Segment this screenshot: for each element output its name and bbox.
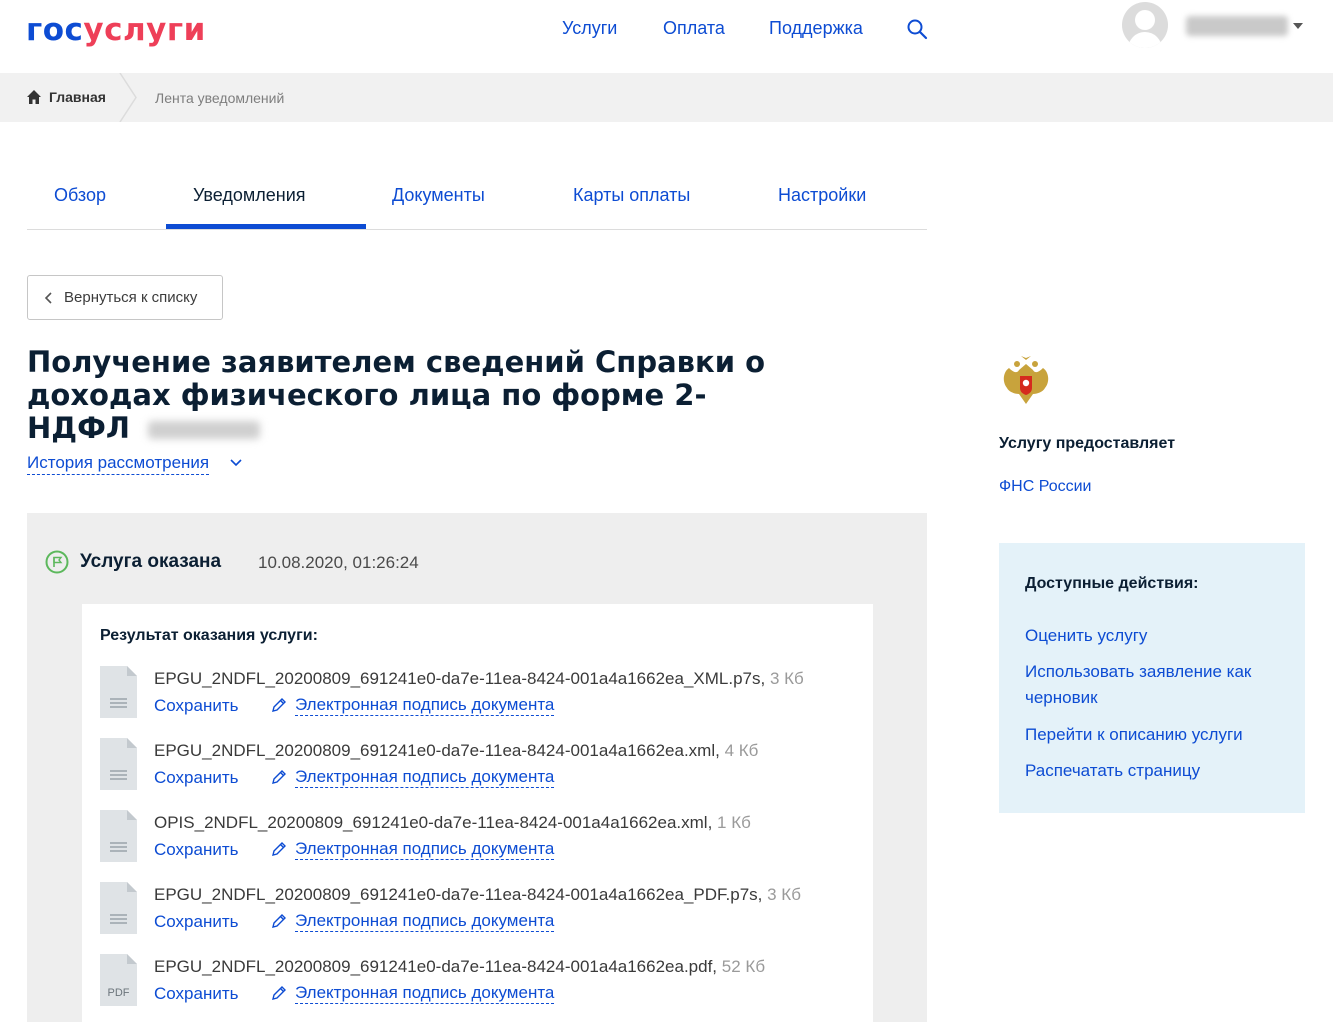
file-size: 1 Кб xyxy=(717,813,751,832)
tab-overview[interactable]: Обзор xyxy=(54,184,106,206)
avatar-head xyxy=(1135,10,1155,30)
back-to-list-button[interactable]: Вернуться к списку xyxy=(27,275,223,320)
file-row: PDF EPGU_2NDFL_20200809_691241e0-da7e-11… xyxy=(100,954,860,1014)
page-title: Получение заявителем сведений Справки о … xyxy=(27,346,787,445)
action-service-description[interactable]: Перейти к описанию услуги xyxy=(1025,722,1295,748)
active-tab-indicator xyxy=(166,224,366,229)
tab-settings[interactable]: Настройки xyxy=(778,184,866,206)
file-name-text: EPGU_2NDFL_20200809_691241e0-da7e-11ea-8… xyxy=(154,957,718,976)
profile-tabs: Обзор Уведомления Документы Карты оплаты… xyxy=(27,170,927,230)
pen-sign-icon xyxy=(272,842,286,856)
file-size: 3 Кб xyxy=(769,669,804,688)
status-panel: Услуга оказана 10.08.2020, 01:26:24 Резу… xyxy=(27,513,927,1022)
user-name-blurred[interactable] xyxy=(1186,16,1288,36)
save-file-link[interactable]: Сохранить xyxy=(154,911,238,933)
file-size: 52 Кб xyxy=(721,957,766,976)
digital-signature-link[interactable]: Электронная подпись документа xyxy=(295,911,555,932)
available-actions-panel: Доступные действия: Оценить услугу Испол… xyxy=(999,543,1305,813)
tab-notifications[interactable]: Уведомления xyxy=(193,184,306,206)
pen-sign-icon xyxy=(272,986,286,1000)
breadcrumb-home[interactable]: Главная xyxy=(26,88,106,106)
save-file-link[interactable]: Сохранить xyxy=(154,767,238,789)
logo-part-gos: гос xyxy=(26,12,84,48)
file-name: EPGU_2NDFL_20200809_691241e0-da7e-11ea-8… xyxy=(154,884,801,906)
tab-payment-cards[interactable]: Карты оплаты xyxy=(573,184,690,206)
action-print-page[interactable]: Распечатать страницу xyxy=(1025,758,1295,784)
digital-signature-link[interactable]: Электронная подпись документа xyxy=(295,767,555,788)
breadcrumb-separator xyxy=(119,73,137,122)
result-card: Результат оказания услуги: EPGU_2NDFL_20… xyxy=(82,604,873,1022)
file-size: 4 Кб xyxy=(724,741,759,760)
file-name-text: EPGU_2NDFL_20200809_691241e0-da7e-11ea-8… xyxy=(154,669,766,688)
provider-label: Услугу предоставляет xyxy=(999,435,1176,452)
document-icon xyxy=(100,738,137,790)
pdf-badge: PDF xyxy=(108,987,130,999)
order-number-blurred xyxy=(147,421,260,439)
file-row: OPIS_2NDFL_20200809_691241e0-da7e-11ea-8… xyxy=(100,810,860,870)
avatar-body xyxy=(1128,32,1162,48)
file-name-text: EPGU_2NDFL_20200809_691241e0-da7e-11ea-8… xyxy=(154,741,720,760)
page-title-text: Получение заявителем сведений Справки о … xyxy=(27,345,766,445)
nav-support[interactable]: Поддержка xyxy=(769,17,863,39)
file-name: EPGU_2NDFL_20200809_691241e0-da7e-11ea-8… xyxy=(154,740,758,762)
user-avatar[interactable] xyxy=(1122,2,1168,48)
chevron-down-icon[interactable] xyxy=(230,458,242,467)
save-file-link[interactable]: Сохранить xyxy=(154,695,238,717)
digital-signature-link[interactable]: Электронная подпись документа xyxy=(295,983,555,1004)
back-to-list-label: Вернуться к списку xyxy=(64,289,198,306)
file-row: EPGU_2NDFL_20200809_691241e0-da7e-11ea-8… xyxy=(100,738,860,798)
file-size: 3 Кб xyxy=(767,885,801,904)
flag-check-icon xyxy=(45,550,69,574)
russian-coat-of-arms-emblem xyxy=(1003,356,1049,404)
digital-signature-link[interactable]: Электронная подпись документа xyxy=(295,695,555,716)
provider-link[interactable]: ФНС России xyxy=(999,477,1091,497)
file-name: OPIS_2NDFL_20200809_691241e0-da7e-11ea-8… xyxy=(154,812,751,834)
file-name: EPGU_2NDFL_20200809_691241e0-da7e-11ea-8… xyxy=(154,956,765,978)
user-menu-chevron-down-icon[interactable] xyxy=(1293,23,1303,29)
gosuslugi-logo[interactable]: госуслуги xyxy=(26,10,206,50)
digital-signature-link[interactable]: Электронная подпись документа xyxy=(295,839,555,860)
status-date: 10.08.2020, 01:26:24 xyxy=(258,553,419,572)
header: госуслуги Услуги Оплата Поддержка xyxy=(0,0,1333,73)
pen-sign-icon xyxy=(272,914,286,928)
logo-part-uslugi: услуги xyxy=(83,12,206,48)
nav-payment[interactable]: Оплата xyxy=(663,17,725,39)
pen-sign-icon xyxy=(272,770,286,784)
file-name-text: EPGU_2NDFL_20200809_691241e0-da7e-11ea-8… xyxy=(154,885,763,904)
breadcrumb: Главная Лента уведомлений xyxy=(0,73,1333,122)
save-file-link[interactable]: Сохранить xyxy=(154,839,238,861)
action-use-as-draft[interactable]: Использовать заявление как черновик xyxy=(1025,659,1295,711)
save-file-link[interactable]: Сохранить xyxy=(154,983,238,1005)
file-name: EPGU_2NDFL_20200809_691241e0-da7e-11ea-8… xyxy=(154,668,804,690)
document-icon xyxy=(100,666,137,718)
chevron-left-icon xyxy=(44,291,52,304)
breadcrumb-home-label: Главная xyxy=(49,89,106,105)
file-name-text: OPIS_2NDFL_20200809_691241e0-da7e-11ea-8… xyxy=(154,813,713,832)
actions-title: Доступные действия: xyxy=(1025,575,1199,592)
result-heading: Результат оказания услуги: xyxy=(100,627,318,644)
breadcrumb-current: Лента уведомлений xyxy=(155,90,285,106)
pdf-file-icon: PDF xyxy=(100,954,137,1006)
file-row: EPGU_2NDFL_20200809_691241e0-da7e-11ea-8… xyxy=(100,882,860,942)
history-link[interactable]: История рассмотрения xyxy=(27,452,210,475)
search-icon[interactable] xyxy=(906,18,928,40)
file-row: EPGU_2NDFL_20200809_691241e0-da7e-11ea-8… xyxy=(100,666,860,726)
document-icon xyxy=(100,810,137,862)
nav-services[interactable]: Услуги xyxy=(562,17,617,39)
action-rate-service[interactable]: Оценить услугу xyxy=(1025,623,1295,649)
home-icon xyxy=(27,90,41,104)
document-icon xyxy=(100,882,137,934)
tab-documents[interactable]: Документы xyxy=(392,184,485,206)
pen-sign-icon xyxy=(272,698,286,712)
status-title: Услуга оказана xyxy=(80,551,222,572)
